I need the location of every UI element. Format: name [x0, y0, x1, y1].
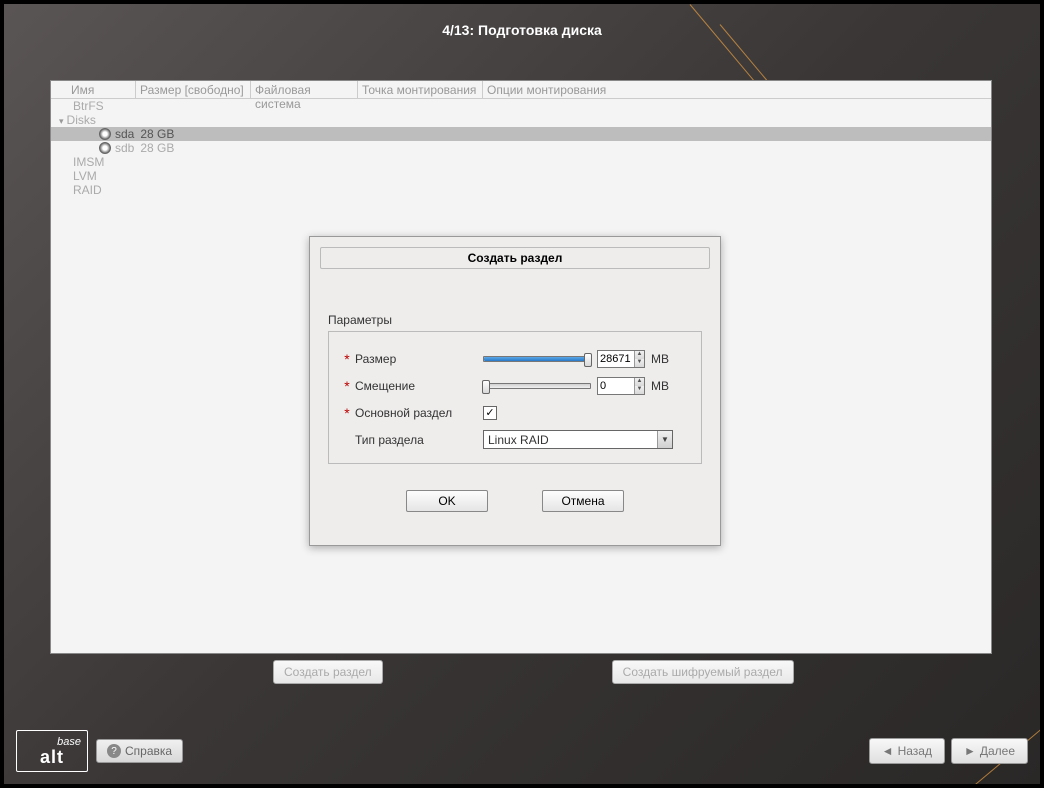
chevron-right-icon: ►	[964, 744, 976, 758]
disk-name: sdb	[115, 141, 134, 155]
col-size[interactable]: Размер [свободно]	[136, 81, 251, 98]
disk-icon	[99, 128, 111, 140]
logo: base alt	[16, 730, 88, 772]
tree-lvm[interactable]: LVM	[51, 169, 991, 183]
col-opts[interactable]: Опции монтирования	[483, 81, 991, 98]
offset-slider[interactable]	[483, 383, 591, 389]
primary-checkbox[interactable]: ✓	[483, 406, 497, 420]
tree-imsm[interactable]: IMSM	[51, 155, 991, 169]
slider-thumb[interactable]	[482, 380, 490, 394]
spin-up-icon[interactable]: ▲	[635, 378, 644, 386]
primary-label: Основной раздел	[355, 406, 483, 420]
col-name[interactable]: Имя	[51, 81, 136, 98]
spin-up-icon[interactable]: ▲	[635, 351, 644, 359]
offset-input[interactable]	[598, 378, 634, 394]
type-label: Тип раздела	[355, 433, 483, 447]
tree-disks[interactable]: Disks	[51, 113, 991, 127]
tree-sdb[interactable]: sdb 28 GB	[51, 141, 991, 155]
cancel-button[interactable]: Отмена	[542, 490, 624, 512]
help-icon: ?	[107, 744, 121, 758]
next-button[interactable]: ► Далее	[951, 738, 1028, 764]
chevron-left-icon: ◄	[882, 744, 894, 758]
partition-type-select[interactable]: Linux RAID ▼	[483, 430, 673, 449]
required-marker: *	[339, 378, 355, 394]
disk-size: 28 GB	[140, 141, 174, 155]
page-title: 4/13: Подготовка диска	[4, 4, 1040, 48]
chevron-down-icon[interactable]: ▼	[657, 431, 672, 448]
required-marker: *	[339, 405, 355, 421]
required-marker: *	[339, 351, 355, 367]
size-input[interactable]	[598, 351, 634, 367]
parameters-group: * Размер ▲▼ MB *	[328, 331, 702, 464]
offset-unit: MB	[651, 379, 669, 393]
help-button[interactable]: ? Справка	[96, 739, 183, 763]
disk-size: 28 GB	[140, 127, 174, 141]
ok-button[interactable]: OK	[406, 490, 488, 512]
size-unit: MB	[651, 352, 669, 366]
tree-raid[interactable]: RAID	[51, 183, 991, 197]
offset-spinner[interactable]: ▲▼	[597, 377, 645, 395]
disk-icon	[99, 142, 111, 154]
tree-sda[interactable]: sda 28 GB	[51, 127, 991, 141]
required-marker: *	[339, 432, 355, 448]
col-mount[interactable]: Точка монтирования	[358, 81, 483, 98]
back-button[interactable]: ◄ Назад	[869, 738, 945, 764]
spin-down-icon[interactable]: ▼	[635, 386, 644, 394]
offset-label: Смещение	[355, 379, 483, 393]
parameters-label: Параметры	[328, 313, 702, 327]
create-partition-button[interactable]: Создать раздел	[273, 660, 383, 684]
col-fs[interactable]: Файловая система	[251, 81, 358, 98]
tree-btrfs[interactable]: BtrFS	[51, 99, 991, 113]
disk-tree: BtrFS Disks sda 28 GB sdb 28 GB IMSM LVM…	[51, 99, 991, 197]
create-encrypted-partition-button[interactable]: Создать шифруемый раздел	[612, 660, 794, 684]
select-value: Linux RAID	[484, 433, 657, 447]
create-partition-dialog: Создать раздел Параметры * Размер ▲▼	[309, 236, 721, 546]
spin-down-icon[interactable]: ▼	[635, 359, 644, 367]
size-label: Размер	[355, 352, 483, 366]
size-spinner[interactable]: ▲▼	[597, 350, 645, 368]
disk-name: sda	[115, 127, 134, 141]
slider-thumb[interactable]	[584, 353, 592, 367]
dialog-title: Создать раздел	[320, 247, 710, 269]
size-slider[interactable]	[483, 356, 591, 362]
table-header: Имя Размер [свободно] Файловая система Т…	[51, 81, 991, 99]
